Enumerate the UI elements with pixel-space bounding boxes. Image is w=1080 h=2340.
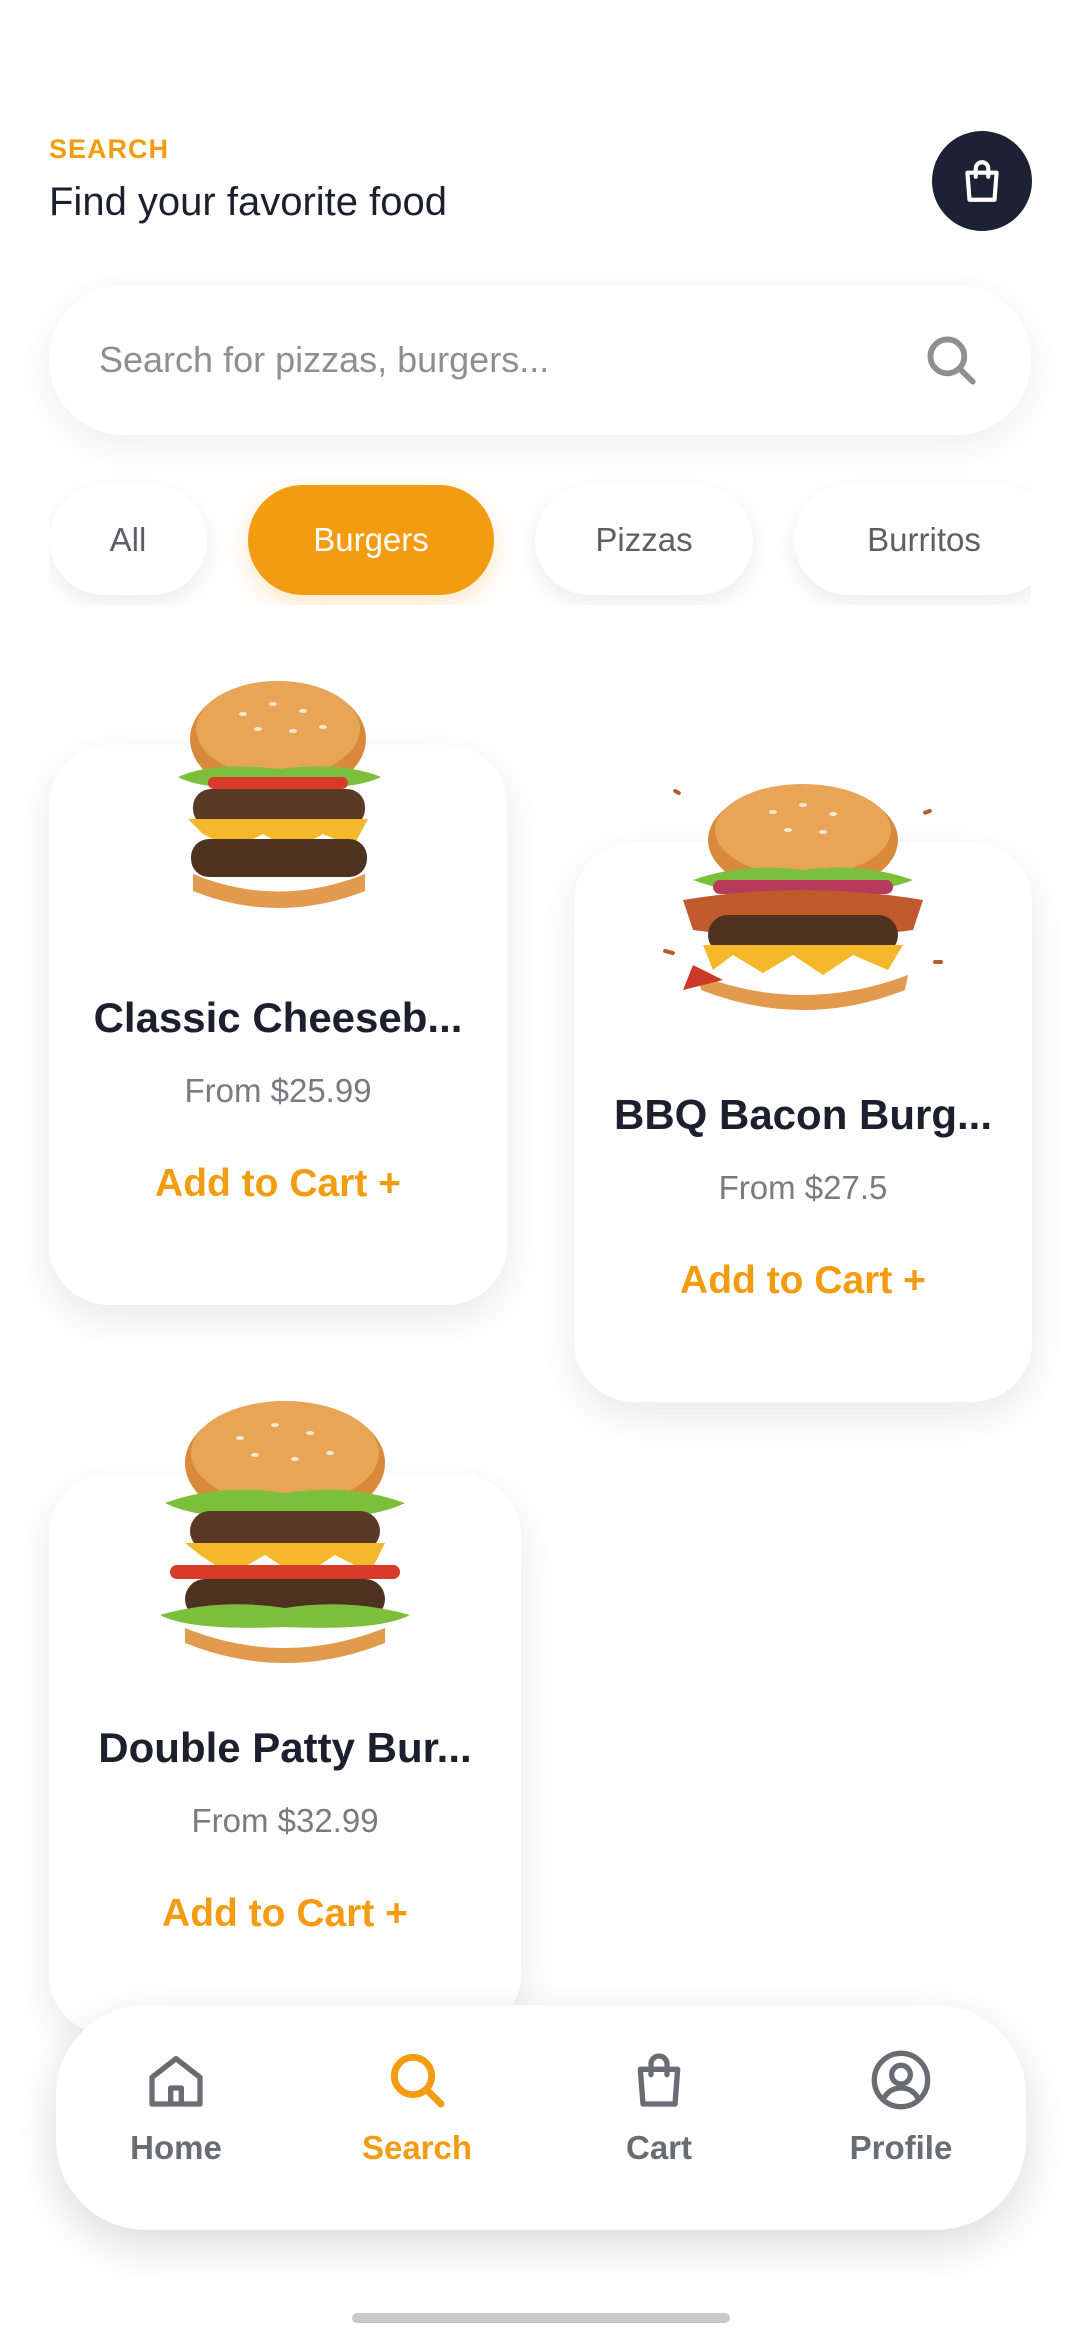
bbq-bacon-burger-image — [663, 784, 943, 1010]
page-title: Find your favorite food — [49, 180, 447, 224]
product-card[interactable]: Classic Cheeseb... From $25.99 Add to Ca… — [49, 681, 507, 1305]
double-patty-burger-image — [160, 1401, 410, 1663]
category-chips: All Burgers Pizzas Burritos — [49, 475, 1031, 605]
nav-label: Cart — [625, 2129, 693, 2166]
product-name: Classic Cheeseb... — [93, 994, 463, 1041]
search-icon[interactable] — [921, 330, 981, 390]
nav-cart[interactable]: Cart — [559, 2045, 759, 2195]
add-to-cart-button[interactable]: Add to Cart + — [49, 1162, 507, 1206]
nav-home[interactable]: Home — [76, 2045, 276, 2195]
add-to-cart-button[interactable]: Add to Cart + — [574, 1259, 1032, 1303]
home-icon — [141, 2045, 211, 2115]
search-input[interactable] — [99, 339, 921, 381]
shopping-bag-icon — [965, 160, 999, 202]
cheeseburger-image — [178, 681, 381, 908]
nav-label: Profile — [849, 2129, 953, 2166]
shopping-bag-icon — [624, 2045, 694, 2115]
product-price: From $27.5 — [718, 1169, 888, 1206]
chip-pizzas[interactable]: Pizzas — [535, 485, 753, 595]
nav-search[interactable]: Search — [317, 2045, 517, 2195]
search-bar — [49, 285, 1031, 435]
product-card[interactable]: Double Patty Bur... From $32.99 Add to C… — [49, 1401, 521, 2035]
bottom-nav: Home Search Cart Profile — [56, 2005, 1026, 2230]
nav-profile[interactable]: Profile — [801, 2045, 1001, 2195]
section-kicker: SEARCH — [49, 134, 170, 164]
product-name: Double Patty Bur... — [98, 1724, 472, 1771]
chip-burgers[interactable]: Burgers — [248, 485, 494, 595]
cart-button[interactable] — [932, 131, 1032, 231]
home-indicator[interactable] — [352, 2313, 730, 2323]
product-card[interactable]: BBQ Bacon Burg... From $27.5 Add to Cart… — [574, 784, 1032, 1402]
user-circle-icon — [866, 2045, 936, 2115]
chip-all[interactable]: All — [49, 485, 207, 595]
product-price: From $25.99 — [184, 1072, 372, 1109]
product-name: BBQ Bacon Burg... — [613, 1091, 993, 1138]
chip-burritos[interactable]: Burritos — [794, 485, 1031, 595]
search-screen: SEARCH Find your favorite food All Burge… — [0, 0, 1080, 2340]
nav-label: Home — [130, 2129, 222, 2166]
add-to-cart-button[interactable]: Add to Cart + — [49, 1892, 521, 1936]
product-price: From $32.99 — [191, 1802, 379, 1839]
search-icon — [382, 2045, 452, 2115]
nav-label: Search — [361, 2129, 473, 2166]
